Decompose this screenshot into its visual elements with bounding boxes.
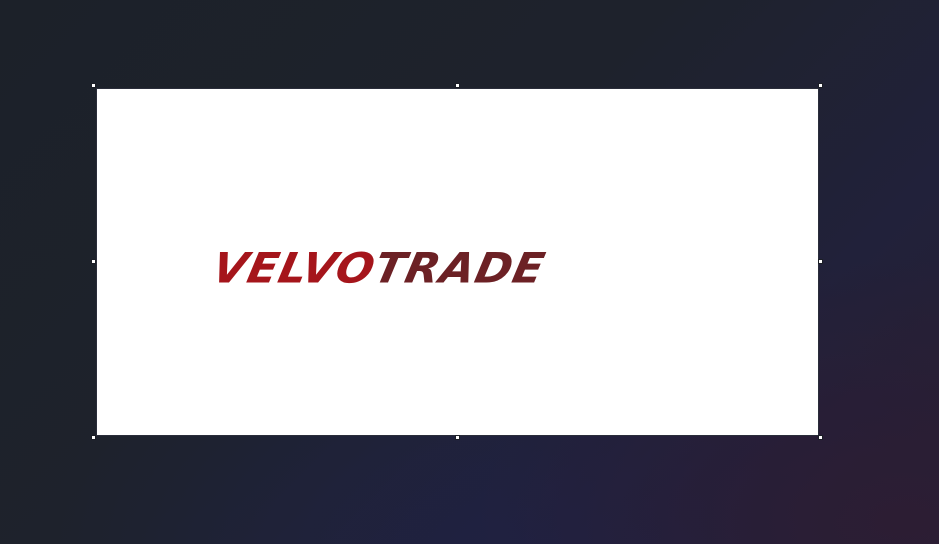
resize-handle-bottom-left[interactable] <box>91 435 96 440</box>
resize-handle-top-left[interactable] <box>91 83 96 88</box>
logo-text-velvo: VELVO <box>207 244 381 293</box>
resize-handle-middle-left[interactable] <box>91 259 96 264</box>
resize-handle-top-center[interactable] <box>454 83 460 88</box>
resize-handle-top-right[interactable] <box>818 83 823 88</box>
velvotrade-logo: VELVOTRADE <box>208 244 678 292</box>
logo-text-trade: TRADE <box>369 244 550 293</box>
resize-handle-bottom-right[interactable] <box>818 435 823 440</box>
selected-image[interactable]: VELVOTRADE <box>97 89 818 435</box>
resize-handle-middle-right[interactable] <box>818 259 823 264</box>
resize-handle-bottom-center[interactable] <box>454 435 460 440</box>
